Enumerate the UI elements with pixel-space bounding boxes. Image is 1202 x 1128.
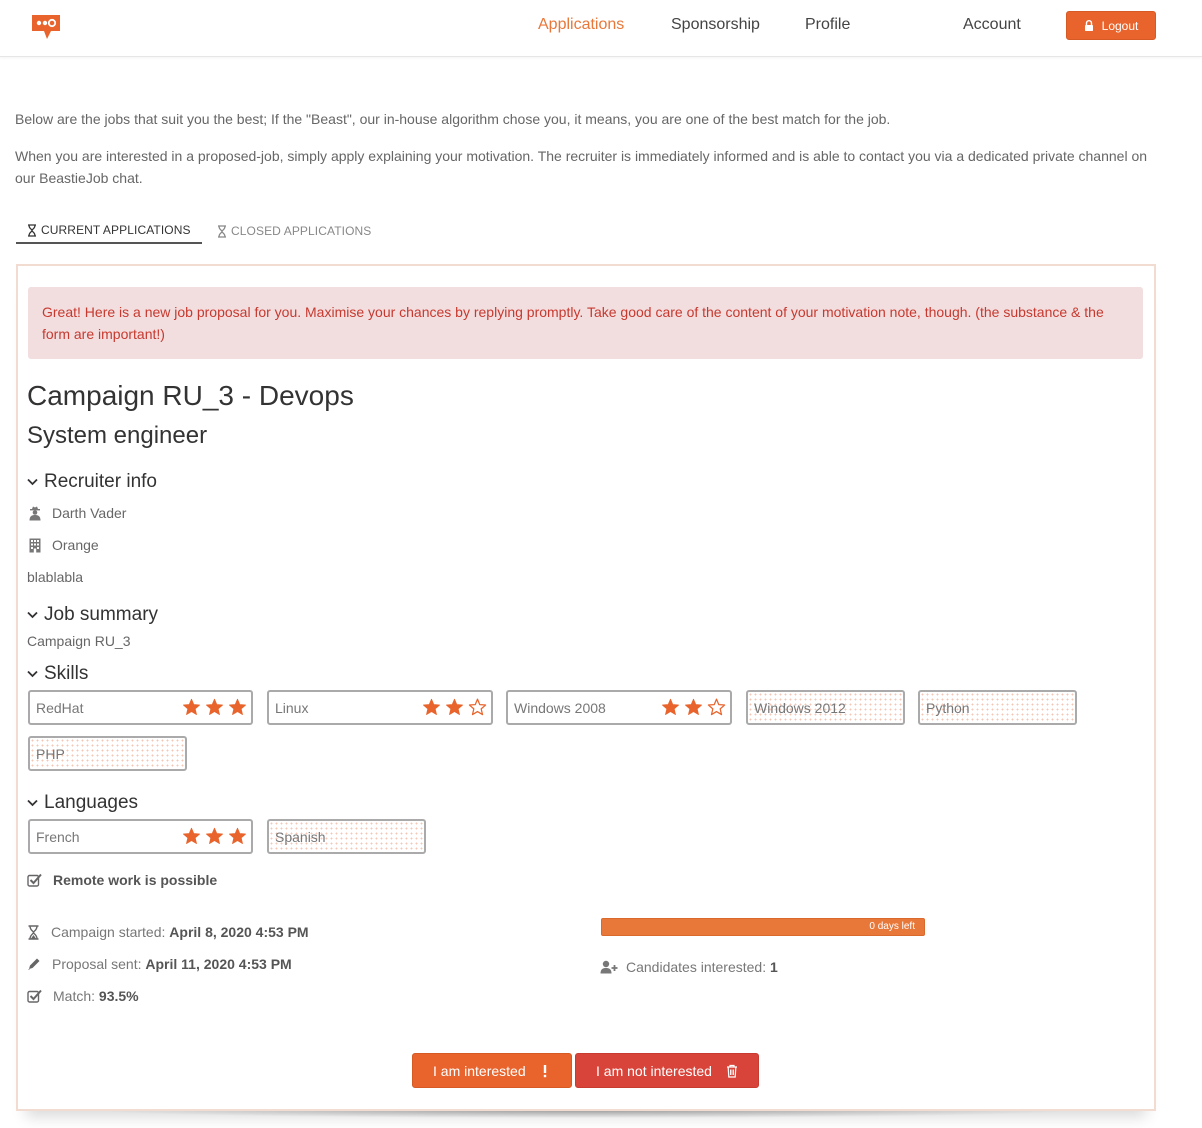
recruiter-info-heading: Recruiter info — [44, 471, 157, 492]
star-empty-icon — [707, 698, 726, 716]
star-filled-icon — [423, 698, 440, 715]
language-rating — [182, 827, 247, 845]
language-name: French — [36, 828, 80, 845]
candidates-label: Candidates interested: — [626, 959, 767, 975]
match-row: Match: 93.5% — [27, 988, 139, 1004]
nav-sponsorship[interactable]: Sponsorship — [671, 15, 760, 35]
star-filled-icon — [206, 698, 223, 715]
recruiter-name-row: Darth Vader — [27, 505, 126, 521]
languages-toggle[interactable]: Languages — [27, 792, 138, 814]
not-interested-button[interactable]: I am not interested — [575, 1053, 759, 1088]
skill-badge: Python — [918, 690, 1077, 725]
skill-name: RedHat — [36, 699, 84, 716]
campaign-started-row: Campaign started: April 8, 2020 4:53 PM — [27, 924, 309, 940]
candidates-value: 1 — [769, 959, 778, 975]
chevron-down-icon — [27, 670, 38, 678]
job-summary-heading: Job summary — [44, 604, 159, 625]
skill-badge: Windows 2008 — [506, 690, 732, 725]
remote-work-text: Remote work is possible — [53, 872, 218, 888]
chevron-down-icon — [27, 478, 38, 486]
interested-button[interactable]: I am interested — [412, 1053, 572, 1088]
nav-profile[interactable]: Profile — [805, 15, 850, 35]
recruiter-company-row: Orange — [27, 537, 99, 553]
time-left-progress-bar: 0 days left — [601, 918, 925, 936]
job-summary-text: Campaign RU_3 — [27, 633, 131, 649]
intro-text-2: When you are interested in a proposed-jo… — [15, 148, 1148, 186]
skill-name: Windows 2008 — [514, 699, 606, 716]
match-label: Match: — [53, 988, 96, 1004]
star-filled-icon — [183, 827, 200, 844]
language-badge: Spanish — [267, 819, 426, 854]
campaign-started-value: April 8, 2020 4:53 PM — [169, 924, 309, 940]
nav-applications[interactable]: Applications — [538, 15, 624, 35]
user-secret-icon — [27, 506, 42, 521]
campaign-started-label: Campaign started: — [51, 924, 166, 940]
logout-label: Logout — [1101, 18, 1139, 33]
recruiter-company: Orange — [52, 537, 99, 553]
chevron-down-icon — [27, 611, 38, 619]
skill-name: Linux — [275, 699, 309, 716]
proposal-sent-label: Proposal sent: — [52, 956, 142, 972]
tab-current-label: CURRENT APPLICATIONS — [41, 223, 191, 237]
proposal-sent-row: Proposal sent: April 11, 2020 4:53 PM — [27, 956, 292, 972]
skill-badge: PHP — [28, 736, 187, 771]
recruiter-description: blablabla — [27, 569, 84, 585]
top-navbar: Applications Sponsorship Profile Account… — [0, 0, 1202, 57]
building-icon — [27, 538, 42, 553]
recruiter-name: Darth Vader — [52, 505, 127, 521]
check-square-icon — [27, 989, 42, 1003]
language-badge: French — [28, 819, 253, 854]
candidates-interested-row: Candidates interested: 1 — [600, 959, 778, 975]
proposal-sent-value: April 11, 2020 4:53 PM — [145, 956, 292, 972]
star-filled-icon — [685, 698, 702, 715]
check-square-icon — [27, 873, 42, 887]
hourglass-icon — [218, 224, 226, 238]
remote-work-row: Remote work is possible — [27, 872, 217, 888]
skill-rating — [661, 698, 726, 716]
skills-heading: Skills — [44, 663, 89, 684]
star-filled-icon — [229, 827, 246, 844]
recruiter-info-toggle[interactable]: Recruiter info — [27, 471, 157, 493]
logo-icon[interactable] — [31, 14, 61, 40]
skill-badge: Linux — [267, 690, 493, 725]
star-filled-icon — [662, 698, 679, 715]
job-subtitle: System engineer — [27, 422, 208, 449]
tab-current-applications[interactable]: CURRENT APPLICATIONS — [16, 218, 202, 244]
exclamation-icon — [543, 1065, 547, 1078]
skills-toggle[interactable]: Skills — [27, 663, 88, 685]
lock-icon — [1084, 20, 1093, 31]
job-summary-toggle[interactable]: Job summary — [27, 604, 158, 626]
logout-button[interactable]: Logout — [1066, 11, 1156, 40]
time-left-label: 0 days left — [869, 921, 915, 932]
intro-text-1: Below are the jobs that suit you the bes… — [15, 111, 891, 127]
skill-name: PHP — [36, 745, 65, 762]
tab-closed-label: CLOSED APPLICATIONS — [231, 224, 372, 238]
star-empty-icon — [468, 698, 487, 716]
star-filled-icon — [206, 827, 223, 844]
nav-account[interactable]: Account — [963, 15, 1021, 35]
trash-icon — [727, 1064, 737, 1078]
skill-badge: RedHat — [28, 690, 253, 725]
tab-closed-applications[interactable]: CLOSED APPLICATIONS — [217, 218, 371, 244]
star-filled-icon — [229, 698, 246, 715]
skill-name: Windows 2012 — [754, 699, 846, 716]
skill-badge: Windows 2012 — [746, 690, 905, 725]
languages-heading: Languages — [44, 792, 139, 813]
chevron-down-icon — [27, 799, 38, 807]
hourglass-icon — [28, 924, 39, 940]
language-name: Spanish — [275, 828, 326, 845]
star-filled-icon — [446, 698, 463, 715]
skill-rating — [422, 698, 487, 716]
star-filled-icon — [183, 698, 200, 715]
pencil-icon — [28, 958, 40, 970]
new-proposal-alert: Great! Here is a new job proposal for yo… — [28, 287, 1143, 359]
interested-label: I am interested — [433, 1062, 526, 1079]
skill-name: Python — [926, 699, 970, 716]
skill-rating — [182, 698, 247, 716]
user-plus-icon — [600, 960, 618, 974]
job-title: Campaign RU_3 - Devops — [27, 380, 354, 411]
match-value: 93.5% — [98, 988, 139, 1004]
hourglass-icon — [28, 223, 36, 237]
not-interested-label: I am not interested — [596, 1062, 712, 1079]
